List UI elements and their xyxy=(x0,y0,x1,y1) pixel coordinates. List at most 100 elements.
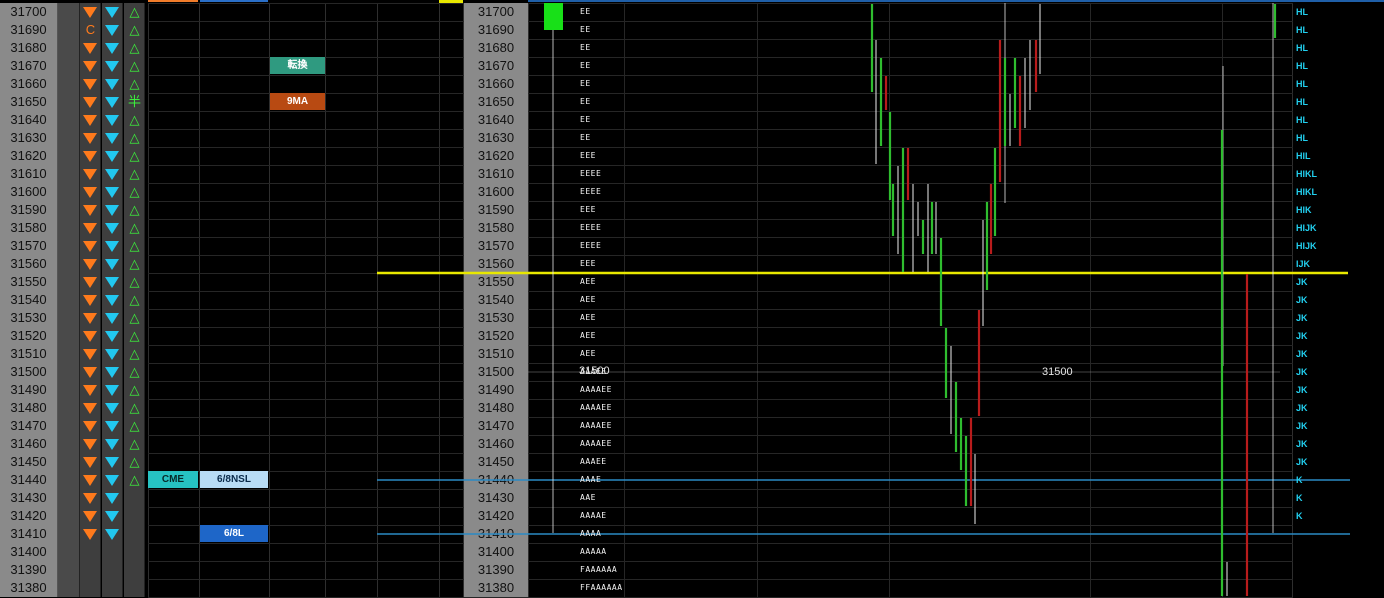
up-outline-triangle-icon[interactable]: △ xyxy=(124,363,145,381)
right-price-cell[interactable]: 31650 xyxy=(464,93,528,111)
sell-arrow-icon[interactable] xyxy=(80,435,101,453)
up-outline-triangle-icon[interactable]: △ xyxy=(124,399,145,417)
up-outline-triangle-icon[interactable]: △ xyxy=(124,417,145,435)
half-mark-icon[interactable]: 半 xyxy=(124,93,145,111)
buy-arrow-icon[interactable] xyxy=(102,165,123,183)
empty-sell-cell[interactable] xyxy=(80,561,101,579)
sell-arrow-icon[interactable] xyxy=(80,417,101,435)
buy-arrow-icon[interactable] xyxy=(102,3,123,21)
right-price-cell[interactable]: 31400 xyxy=(464,543,528,561)
buy-arrow-icon[interactable] xyxy=(102,381,123,399)
right-price-cell[interactable]: 31590 xyxy=(464,201,528,219)
up-outline-triangle-icon[interactable]: △ xyxy=(124,309,145,327)
left-price-cell[interactable]: 31400 xyxy=(0,543,58,561)
right-price-cell[interactable]: 31580 xyxy=(464,219,528,237)
right-price-cell[interactable]: 31560 xyxy=(464,255,528,273)
up-outline-triangle-icon[interactable]: △ xyxy=(124,147,145,165)
left-price-cell[interactable]: 31530 xyxy=(0,309,58,327)
buy-arrow-icon[interactable] xyxy=(102,417,123,435)
up-outline-triangle-icon[interactable]: △ xyxy=(124,471,145,489)
buy-arrow-icon[interactable] xyxy=(102,345,123,363)
left-price-cell[interactable]: 31560 xyxy=(0,255,58,273)
sell-arrow-icon[interactable] xyxy=(80,345,101,363)
up-outline-triangle-icon[interactable]: △ xyxy=(124,57,145,75)
buy-arrow-icon[interactable] xyxy=(102,327,123,345)
nine-ma-tag[interactable]: 9MA xyxy=(270,93,325,110)
left-price-cell[interactable]: 31600 xyxy=(0,183,58,201)
nsl-tag[interactable]: 6/8NSL xyxy=(200,471,268,488)
sell-arrow-icon[interactable] xyxy=(80,93,101,111)
sell-arrow-icon[interactable] xyxy=(80,3,101,21)
empty-signal-cell[interactable] xyxy=(124,489,145,507)
left-price-cell[interactable]: 31460 xyxy=(0,435,58,453)
empty-signal-cell[interactable] xyxy=(124,543,145,561)
right-price-cell[interactable]: 31500 xyxy=(464,363,528,381)
right-price-cell[interactable]: 31430 xyxy=(464,489,528,507)
buy-arrow-icon[interactable] xyxy=(102,453,123,471)
right-price-cell[interactable]: 31530 xyxy=(464,309,528,327)
empty-signal-cell[interactable] xyxy=(124,507,145,525)
right-price-cell[interactable]: 31520 xyxy=(464,327,528,345)
buy-arrow-icon[interactable] xyxy=(102,525,123,543)
up-outline-triangle-icon[interactable]: △ xyxy=(124,327,145,345)
right-price-cell[interactable]: 31570 xyxy=(464,237,528,255)
up-outline-triangle-icon[interactable]: △ xyxy=(124,111,145,129)
up-outline-triangle-icon[interactable]: △ xyxy=(124,3,145,21)
left-price-cell[interactable]: 31690 xyxy=(0,21,58,39)
left-price-cell[interactable]: 31440 xyxy=(0,471,58,489)
right-price-cell[interactable]: 31390 xyxy=(464,561,528,579)
sell-arrow-icon[interactable] xyxy=(80,399,101,417)
right-price-cell[interactable]: 31540 xyxy=(464,291,528,309)
right-price-cell[interactable]: 31440 xyxy=(464,471,528,489)
buy-arrow-icon[interactable] xyxy=(102,111,123,129)
buy-arrow-icon[interactable] xyxy=(102,489,123,507)
sell-arrow-icon[interactable] xyxy=(80,165,101,183)
tenkan-tag[interactable]: 転換 xyxy=(270,57,325,74)
buy-arrow-icon[interactable] xyxy=(102,255,123,273)
right-price-cell[interactable]: 31610 xyxy=(464,165,528,183)
ldate-tag[interactable]: 6/8L xyxy=(200,525,268,542)
right-price-cell[interactable]: 31600 xyxy=(464,183,528,201)
up-outline-triangle-icon[interactable]: △ xyxy=(124,129,145,147)
left-price-cell[interactable]: 31610 xyxy=(0,165,58,183)
sell-arrow-icon[interactable] xyxy=(80,471,101,489)
empty-buy-cell[interactable] xyxy=(102,561,123,579)
left-price-cell[interactable]: 31410 xyxy=(0,525,58,543)
sell-arrow-icon[interactable] xyxy=(80,273,101,291)
sell-arrow-icon[interactable] xyxy=(80,507,101,525)
close-mark-icon[interactable]: C xyxy=(80,21,101,39)
up-outline-triangle-icon[interactable]: △ xyxy=(124,435,145,453)
sell-arrow-icon[interactable] xyxy=(80,219,101,237)
right-price-cell[interactable]: 31450 xyxy=(464,453,528,471)
right-price-cell[interactable]: 31510 xyxy=(464,345,528,363)
right-price-cell[interactable]: 31620 xyxy=(464,147,528,165)
buy-arrow-icon[interactable] xyxy=(102,93,123,111)
sell-arrow-icon[interactable] xyxy=(80,291,101,309)
left-price-cell[interactable]: 31470 xyxy=(0,417,58,435)
left-price-cell[interactable]: 31540 xyxy=(0,291,58,309)
sell-arrow-icon[interactable] xyxy=(80,381,101,399)
sell-arrow-icon[interactable] xyxy=(80,111,101,129)
sell-arrow-icon[interactable] xyxy=(80,57,101,75)
up-outline-triangle-icon[interactable]: △ xyxy=(124,21,145,39)
right-price-cell[interactable]: 31660 xyxy=(464,75,528,93)
cme-tag[interactable]: CME xyxy=(148,471,198,488)
right-price-cell[interactable]: 31640 xyxy=(464,111,528,129)
buy-arrow-icon[interactable] xyxy=(102,183,123,201)
left-price-cell[interactable]: 31490 xyxy=(0,381,58,399)
buy-arrow-icon[interactable] xyxy=(102,21,123,39)
buy-arrow-icon[interactable] xyxy=(102,39,123,57)
sell-arrow-icon[interactable] xyxy=(80,237,101,255)
empty-buy-cell[interactable] xyxy=(102,579,123,597)
buy-arrow-icon[interactable] xyxy=(102,129,123,147)
sell-arrow-icon[interactable] xyxy=(80,183,101,201)
sell-arrow-icon[interactable] xyxy=(80,453,101,471)
right-price-cell[interactable]: 31700 xyxy=(464,3,528,21)
left-price-cell[interactable]: 31640 xyxy=(0,111,58,129)
sell-arrow-icon[interactable] xyxy=(80,75,101,93)
buy-arrow-icon[interactable] xyxy=(102,147,123,165)
up-outline-triangle-icon[interactable]: △ xyxy=(124,165,145,183)
left-price-cell[interactable]: 31420 xyxy=(0,507,58,525)
right-price-cell[interactable]: 31630 xyxy=(464,129,528,147)
sell-arrow-icon[interactable] xyxy=(80,525,101,543)
